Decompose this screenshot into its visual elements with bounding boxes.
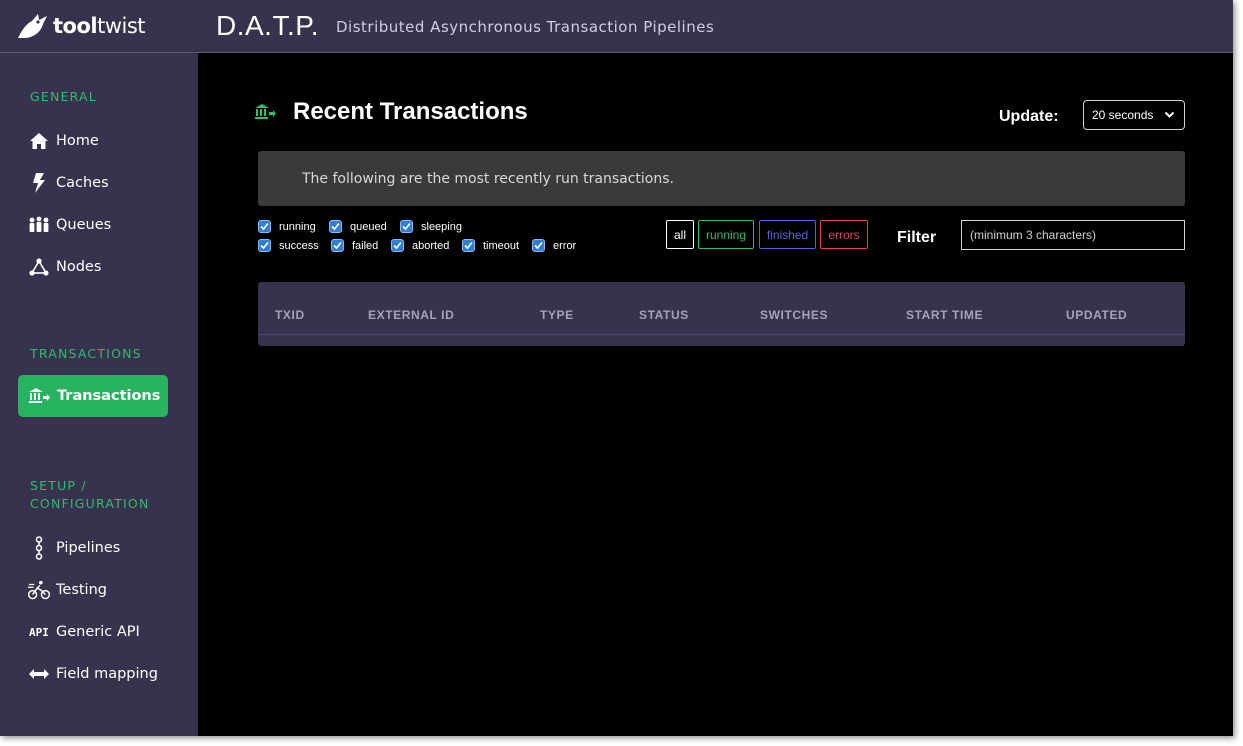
column-header-type[interactable]: TYPE bbox=[540, 308, 574, 322]
status-checkbox-row: success failed aborted timeout error bbox=[258, 239, 576, 252]
bank-transfer-icon bbox=[254, 103, 276, 125]
checkmark-icon bbox=[532, 239, 545, 252]
sidebar-item-testing[interactable]: Testing bbox=[28, 579, 107, 601]
info-box: The following are the most recently run … bbox=[258, 151, 1185, 206]
lightning-icon bbox=[28, 172, 50, 194]
checkbox-label: success bbox=[279, 239, 319, 252]
checkbox-timeout[interactable]: timeout bbox=[462, 239, 532, 252]
checkbox-label: aborted bbox=[412, 239, 450, 252]
checkbox-failed[interactable]: failed bbox=[331, 239, 391, 252]
sidebar-item-queues[interactable]: Queues bbox=[28, 214, 111, 236]
checkbox-sleeping[interactable]: sleeping bbox=[400, 220, 462, 233]
update-label: Update: bbox=[999, 108, 1059, 125]
logo-text: tooltwist bbox=[53, 14, 146, 38]
checkbox-success[interactable]: success bbox=[258, 239, 331, 252]
section-label-transactions: TRANSACTIONS bbox=[30, 346, 142, 361]
checkbox-label: sleeping bbox=[421, 220, 462, 233]
svg-text:API: API bbox=[29, 626, 49, 639]
sidebar-item-nodes[interactable]: Nodes bbox=[28, 256, 101, 278]
cyclist-icon bbox=[28, 579, 50, 601]
app-window: tooltwist D.A.T.P. Distributed Asynchron… bbox=[0, 0, 1233, 736]
update-interval-select[interactable]: 20 seconds bbox=[1083, 100, 1185, 130]
sidebar-item-label: Testing bbox=[56, 582, 107, 598]
people-queue-icon bbox=[28, 214, 50, 236]
checkmark-icon bbox=[258, 239, 271, 252]
filter-errors-button[interactable]: errors bbox=[820, 220, 868, 249]
api-icon: API bbox=[28, 621, 50, 643]
checkbox-error[interactable]: error bbox=[532, 239, 576, 252]
top-header: tooltwist D.A.T.P. Distributed Asynchron… bbox=[0, 0, 1233, 53]
checkmark-icon bbox=[462, 239, 475, 252]
filter-input[interactable] bbox=[961, 220, 1185, 250]
app-subtitle: Distributed Asynchronous Transaction Pip… bbox=[336, 18, 715, 36]
pipeline-icon bbox=[28, 536, 50, 560]
sidebar-item-label: Pipelines bbox=[56, 540, 121, 556]
arrows-horizontal-icon bbox=[28, 663, 50, 685]
main-content: Recent Transactions Update: 20 seconds T… bbox=[198, 53, 1233, 736]
checkmark-icon bbox=[400, 220, 413, 233]
section-label-setup: SETUP / CONFIGURATION bbox=[30, 477, 180, 513]
sidebar-item-transactions[interactable]: Transactions bbox=[18, 375, 168, 417]
column-header-switches[interactable]: SWITCHES bbox=[760, 308, 828, 322]
bird-logo-icon bbox=[18, 14, 47, 38]
filter-all-button[interactable]: all bbox=[666, 220, 694, 249]
nodes-icon bbox=[28, 256, 50, 278]
sidebar-item-label: Nodes bbox=[56, 259, 102, 275]
sidebar-item-field-mapping[interactable]: Field mapping bbox=[28, 663, 158, 685]
checkbox-label: queued bbox=[350, 220, 387, 233]
sidebar: GENERAL Home Caches Queues Nodes TRANSAC… bbox=[0, 53, 198, 736]
checkbox-label: error bbox=[553, 239, 577, 252]
chevron-down-icon bbox=[1164, 109, 1175, 123]
app-title: D.A.T.P. bbox=[216, 10, 320, 41]
section-label-line: CONFIGURATION bbox=[30, 496, 150, 511]
status-checkbox-row: running queued sleeping bbox=[258, 220, 462, 233]
sidebar-item-home[interactable]: Home bbox=[28, 130, 99, 152]
column-header-status[interactable]: STATUS bbox=[639, 308, 689, 322]
sidebar-item-caches[interactable]: Caches bbox=[28, 172, 109, 194]
sidebar-item-label: Home bbox=[56, 133, 99, 149]
section-label-general: GENERAL bbox=[30, 89, 97, 104]
sidebar-item-label: Queues bbox=[56, 217, 112, 233]
section-label-line: SETUP / bbox=[30, 478, 87, 493]
checkbox-aborted[interactable]: aborted bbox=[391, 239, 462, 252]
checkmark-icon bbox=[329, 220, 342, 233]
checkbox-queued[interactable]: queued bbox=[329, 220, 400, 233]
bank-transfer-icon bbox=[28, 385, 50, 407]
sidebar-item-label: Field mapping bbox=[56, 666, 158, 682]
sidebar-item-pipelines[interactable]: Pipelines bbox=[28, 536, 121, 560]
column-header-external-id[interactable]: EXTERNAL ID bbox=[368, 308, 454, 322]
filter-finished-button[interactable]: finished bbox=[759, 220, 816, 249]
checkmark-icon bbox=[331, 239, 344, 252]
column-header-txid[interactable]: TXID bbox=[275, 308, 305, 322]
checkbox-label: running bbox=[279, 220, 316, 233]
checkmark-icon bbox=[391, 239, 404, 252]
sidebar-item-label: Transactions bbox=[57, 388, 161, 404]
checkmark-icon bbox=[258, 220, 271, 233]
checkbox-label: timeout bbox=[483, 239, 520, 252]
tooltwist-logo[interactable]: tooltwist bbox=[16, 12, 146, 40]
table-divider bbox=[258, 334, 1185, 335]
transactions-table: TXID EXTERNAL ID TYPE STATUS SWITCHES ST… bbox=[258, 282, 1185, 346]
home-icon bbox=[28, 130, 50, 152]
sidebar-item-label: Generic API bbox=[56, 624, 140, 640]
info-text: The following are the most recently run … bbox=[302, 170, 674, 187]
checkbox-label: failed bbox=[352, 239, 379, 252]
filter-label: Filter bbox=[897, 229, 937, 246]
checkbox-running[interactable]: running bbox=[258, 220, 329, 233]
page-title: Recent Transactions bbox=[293, 98, 528, 125]
sidebar-item-label: Caches bbox=[56, 175, 109, 191]
update-interval-value: 20 seconds bbox=[1092, 108, 1154, 122]
filter-running-button[interactable]: running bbox=[698, 220, 754, 249]
column-header-start-time[interactable]: START TIME bbox=[906, 308, 983, 322]
sidebar-item-generic-api[interactable]: API Generic API bbox=[28, 621, 140, 643]
column-header-updated[interactable]: UPDATED bbox=[1066, 308, 1127, 322]
